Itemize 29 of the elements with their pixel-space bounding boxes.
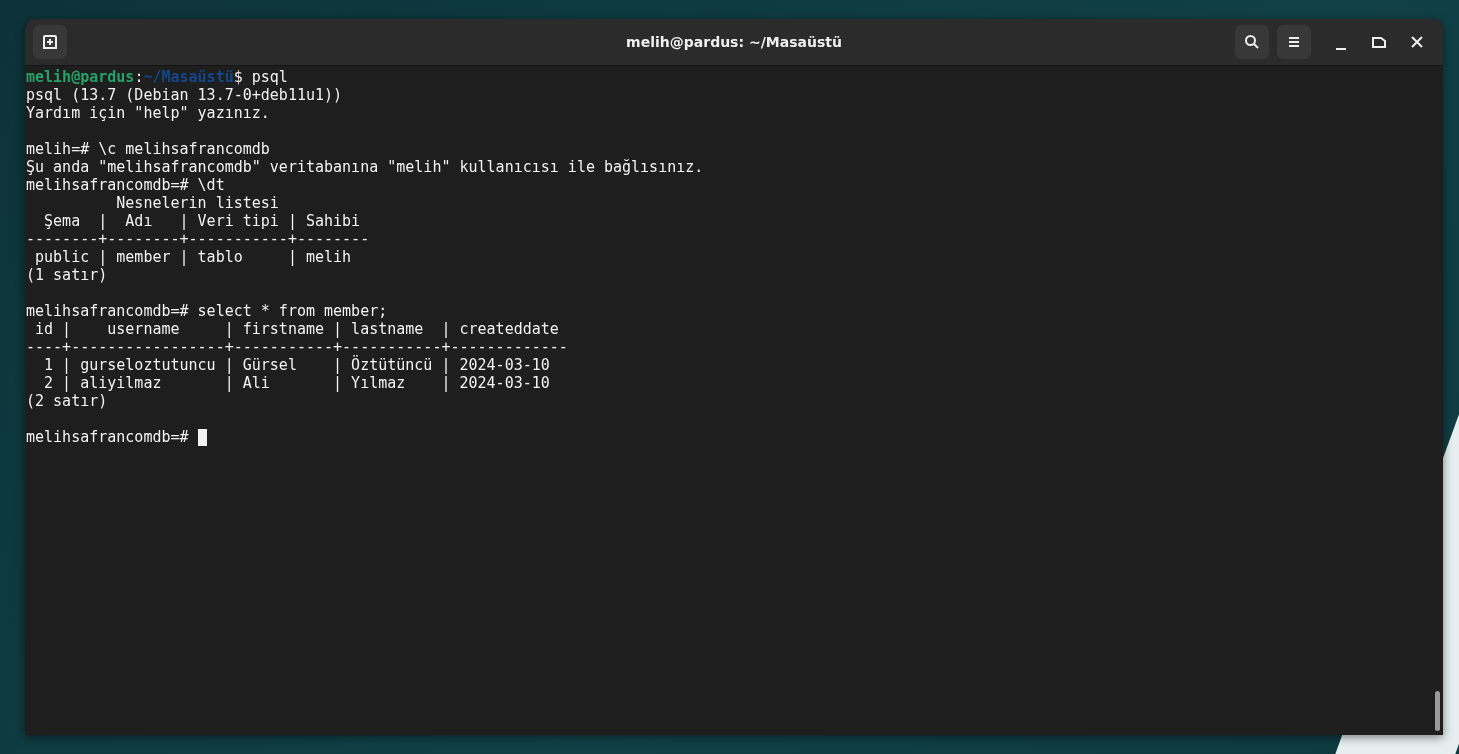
terminal-line: Nesnelerin listesi <box>115 194 279 212</box>
command-prompt: melihsafrancomdb=# <box>26 428 190 446</box>
scrollbar-thumb[interactable] <box>1435 691 1440 731</box>
search-button[interactable] <box>1235 25 1269 59</box>
terminal-line: id | username | firstname | lastname | createddate <box>34 320 559 338</box>
terminal-line: public | member | tablo | melih <box>34 248 352 266</box>
terminal-line: (1 satır) <box>26 266 108 284</box>
terminal-line: --------+--------+-----------+-------- <box>26 230 370 248</box>
terminal-line: psql (13.7 (Debian 13.7-0+deb11u1)) <box>26 86 343 104</box>
terminal-line: 1 | gurseloztutuncu | Gürsel | Öztütüncü | 2024-03-10 <box>43 356 550 374</box>
terminal-line: melih@pardus:~/Masaüstü$ psql <box>26 68 288 86</box>
terminal-line: melihsafrancomdb=# select * from member; <box>26 302 388 320</box>
terminal-line: Şema | Adı | Veri tipi | Sahibi <box>43 212 361 230</box>
window-title: melih@pardus: ~/Masaüstü <box>626 34 842 50</box>
terminal-line: ----+-----------------+-----------+-----------+------------- <box>26 338 568 356</box>
terminal-line: melih=# \c melihsafrancomdb <box>26 140 270 158</box>
new-tab-button[interactable] <box>33 25 67 59</box>
close-icon <box>1411 36 1423 48</box>
terminal-line: melihsafrancomdb=# \dt <box>26 176 225 194</box>
maximize-icon <box>1372 36 1386 48</box>
menu-button[interactable] <box>1277 25 1311 59</box>
terminal-line: Şu anda "melihsafrancomdb" veritabanına "melih" kullanıcısı ile bağlısınız. <box>26 158 704 176</box>
terminal-line: Yardım için "help" yazınız. <box>26 104 270 122</box>
terminal-line: (2 satır) <box>26 392 108 410</box>
minimize-icon <box>1335 48 1347 50</box>
new-tab-icon <box>42 34 58 50</box>
menu-icon <box>1288 36 1300 48</box>
search-icon <box>1244 34 1260 50</box>
terminal-line: 2 | aliyilmaz | Ali | Yılmaz | 2024-03-10 <box>43 374 550 392</box>
